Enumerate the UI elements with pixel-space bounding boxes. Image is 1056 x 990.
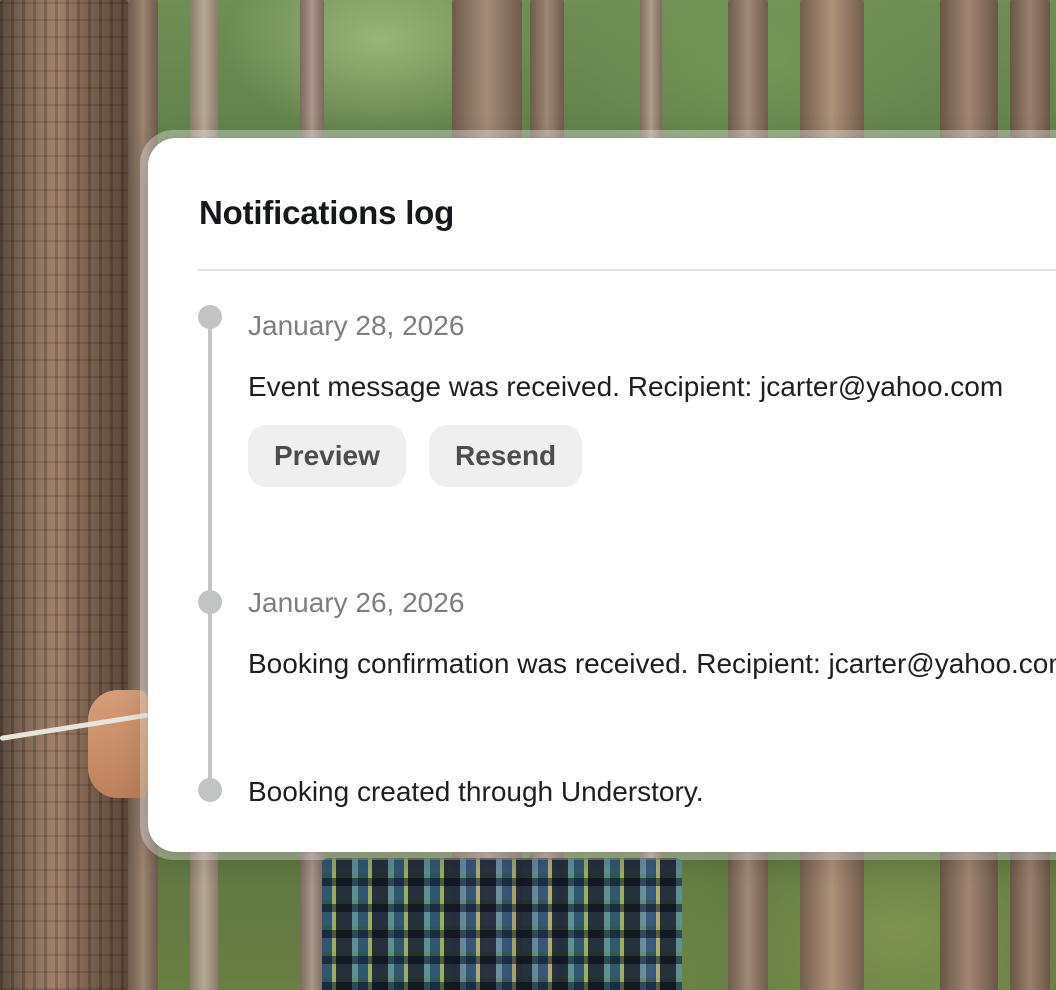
entry-date: January 28, 2026 <box>248 310 465 341</box>
resend-button[interactable]: Resend <box>429 425 583 487</box>
title-divider <box>198 269 1056 271</box>
timeline-dot-icon <box>198 778 222 802</box>
entry-message: Booking created through Understory. <box>248 776 704 807</box>
panel-title: Notifications log <box>199 194 455 231</box>
entry-date: January 26, 2026 <box>248 587 465 618</box>
timeline-dot-icon <box>198 305 222 329</box>
entry-message: Event message was received. Recipient: j… <box>248 371 1004 402</box>
person-arm <box>88 690 148 798</box>
notifications-log-panel: Notifications log January 28, 2026 Event… <box>148 138 1056 852</box>
entry-message: Booking confirmation was received. Recip… <box>248 648 1056 679</box>
tree-trunk <box>0 0 128 990</box>
preview-button[interactable]: Preview <box>248 425 406 487</box>
timeline-line <box>208 316 212 790</box>
timeline-dot-icon <box>198 590 222 614</box>
plaid-shirt <box>322 858 682 990</box>
